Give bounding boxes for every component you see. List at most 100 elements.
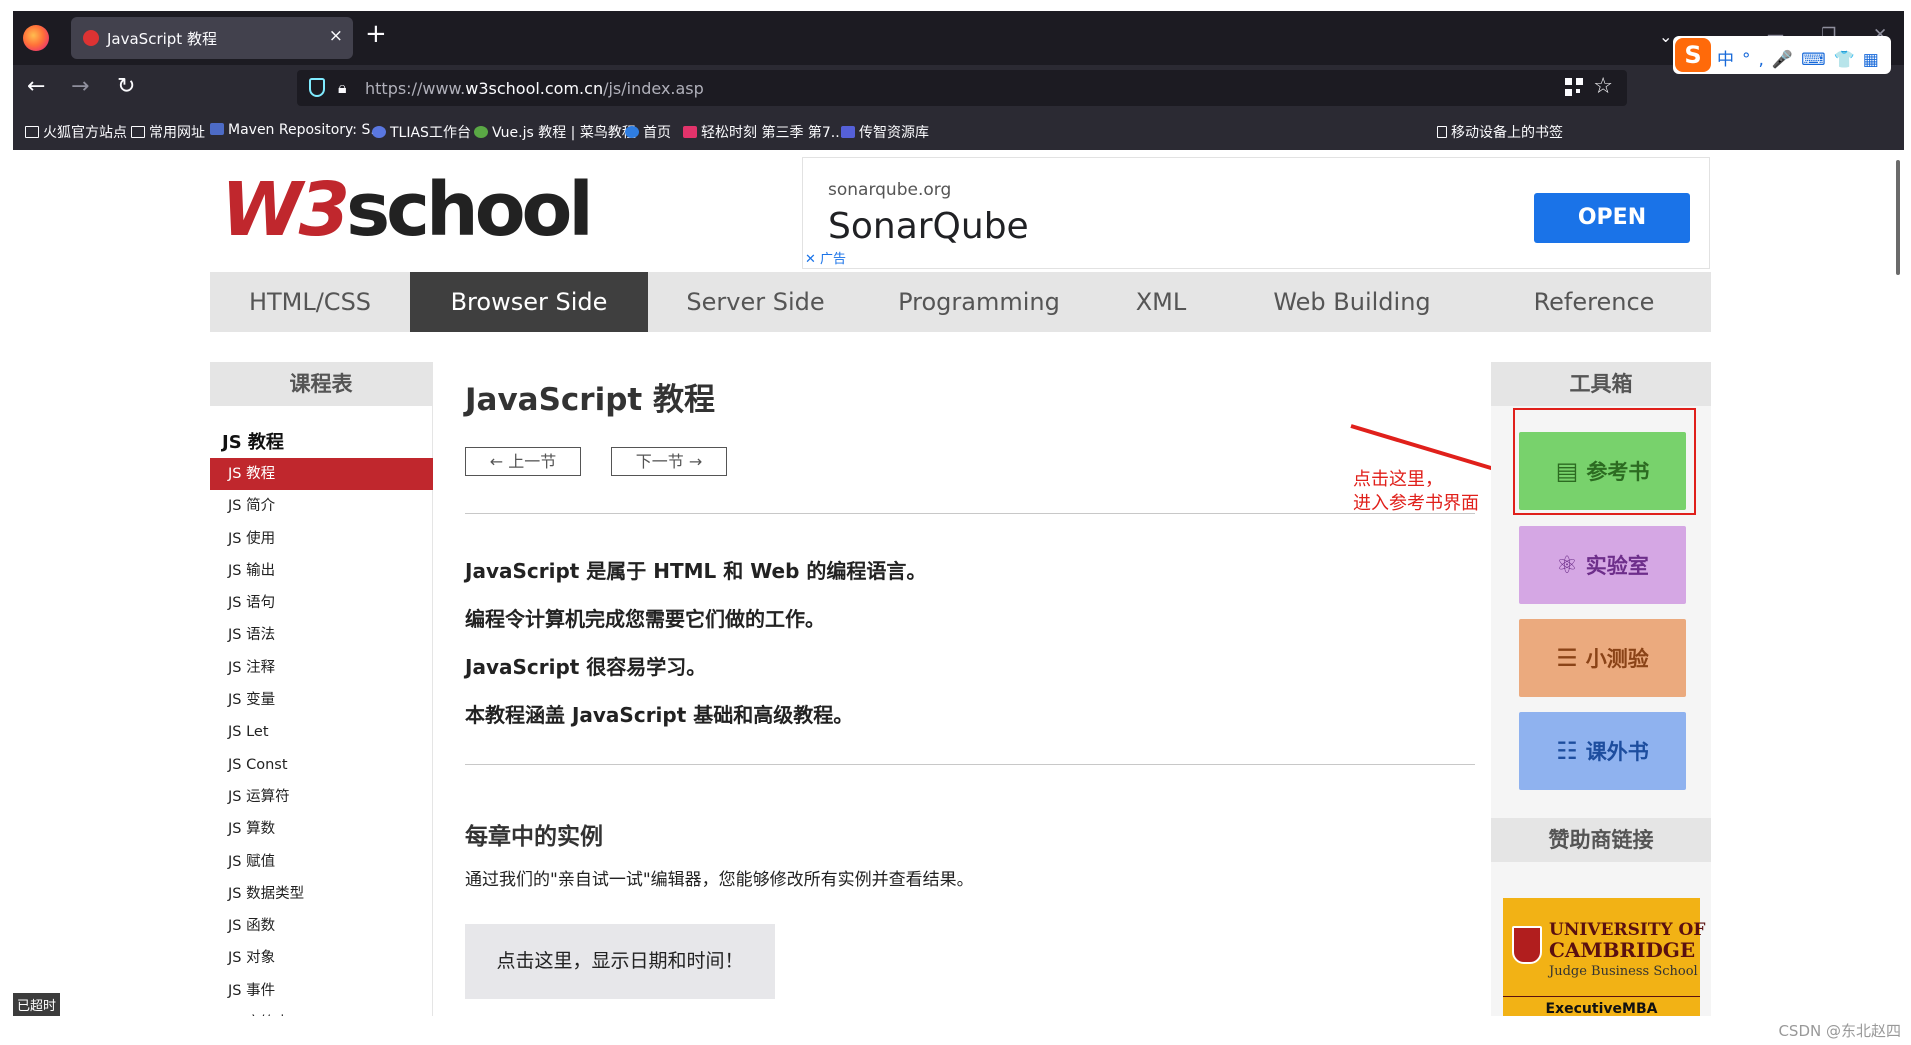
- nav-xml[interactable]: XML: [1095, 272, 1227, 332]
- folder-icon: [25, 126, 39, 138]
- sidebar-item[interactable]: JS 字符串: [210, 1007, 433, 1016]
- intro-paragraph: JavaScript 很容易学习。: [465, 655, 707, 679]
- sidebar-item[interactable]: JS 语法: [210, 619, 433, 651]
- lab-button[interactable]: ⚛ 实验室: [1519, 526, 1686, 604]
- web-page: W3school sonarqube.org SonarQube OPEN ✕ …: [13, 150, 1904, 1016]
- intro-paragraph: 编程令计算机完成您需要它们做的工作。: [465, 607, 825, 631]
- new-tab-button[interactable]: +: [365, 21, 387, 47]
- bookmark-item[interactable]: Vue.js 教程 | 菜鸟教程: [474, 122, 636, 142]
- sonarqube-ad[interactable]: sonarqube.org SonarQube OPEN ✕ 广告: [802, 157, 1710, 269]
- sogou-logo-icon[interactable]: S: [1675, 38, 1711, 72]
- bookmark-item[interactable]: TLIAS工作台: [372, 122, 471, 142]
- sidebar-item[interactable]: JS Let: [210, 716, 433, 748]
- sidebar-item[interactable]: JS 数据类型: [210, 878, 433, 910]
- sidebar-item[interactable]: JS 简介: [210, 490, 433, 522]
- video-site-icon: [683, 126, 697, 138]
- next-section-button[interactable]: 下一节 →: [611, 447, 727, 476]
- ad-close-icon[interactable]: ✕ 广告: [805, 248, 846, 267]
- sidebar-item[interactable]: JS 对象: [210, 942, 433, 974]
- ad-open-button[interactable]: OPEN: [1534, 193, 1690, 243]
- runoob-icon: [474, 126, 488, 138]
- screenshot-bottom-margin: [0, 1016, 1911, 1045]
- ad-title: SonarQube: [828, 206, 1029, 247]
- sidebar-item[interactable]: JS 教程: [210, 458, 433, 491]
- sponsor-heading: 赞助商链接: [1491, 818, 1711, 862]
- bookmark-item[interactable]: Maven Repository: S...: [210, 122, 384, 138]
- bookmark-item[interactable]: 传智资源库: [841, 122, 929, 142]
- extra-books-button[interactable]: ☷ 课外书: [1519, 712, 1686, 790]
- sidebar-list: JS 教程 JS 简介 JS 使用 JS 输出 JS 语句 JS 语法 JS 注…: [210, 458, 433, 1016]
- bookmark-item[interactable]: 常用网址: [131, 122, 205, 142]
- bookmark-item[interactable]: 首页: [625, 122, 671, 142]
- sidebar-item[interactable]: JS 语句: [210, 587, 433, 619]
- sidebar-item[interactable]: JS 输出: [210, 555, 433, 587]
- tab-close-icon[interactable]: ×: [329, 26, 343, 46]
- qr-code-icon[interactable]: [1565, 78, 1583, 96]
- cambridge-crest-icon: [1512, 926, 1542, 964]
- clipboard-icon: ☰: [1556, 644, 1578, 672]
- sogou-ime-toolbar[interactable]: S 中°,🎤⌨👕▦: [1673, 36, 1891, 74]
- quiz-button[interactable]: ☰ 小测验: [1519, 619, 1686, 697]
- sidebar-item[interactable]: JS 赋值: [210, 846, 433, 878]
- bookmarks-toolbar: 火狐官方站点 常用网址 Maven Repository: S... TLIAS…: [13, 111, 1904, 150]
- url-bar[interactable]: 🔒︎ https://www.w3school.com.cn/js/index.…: [297, 70, 1627, 106]
- annotation-highlight-box: [1513, 408, 1696, 515]
- page-title: JavaScript 教程: [465, 382, 715, 418]
- list-all-tabs-icon[interactable]: ⌄: [1659, 27, 1672, 46]
- sidebar-category: JS 教程: [222, 432, 284, 453]
- tlias-icon: [372, 126, 386, 138]
- sidebar-heading: 课程表: [210, 362, 432, 406]
- sidebar-item[interactable]: JS 事件: [210, 975, 433, 1007]
- sidebar-item[interactable]: JS Const: [210, 749, 433, 781]
- nav-html-css[interactable]: HTML/CSS: [210, 272, 410, 332]
- mobile-bookmarks[interactable]: 移动设备上的书签: [1437, 122, 1563, 142]
- sidebar-item[interactable]: JS 算数: [210, 813, 433, 845]
- cambridge-sponsor-ad[interactable]: UNIVERSITY OF CAMBRIDGE Judge Business S…: [1503, 898, 1705, 1016]
- watermark: CSDN @东北赵四: [1778, 1022, 1901, 1040]
- nav-web-building[interactable]: Web Building: [1227, 272, 1477, 332]
- w3school-favicon-icon: [83, 30, 99, 46]
- navigation-bar: ← → ↻ 🔒︎ https://www.w3school.com.cn/js/…: [13, 65, 1904, 111]
- prev-section-button[interactable]: ← 上一节: [465, 447, 581, 476]
- w3school-logo[interactable]: W3school: [221, 170, 594, 250]
- books-icon: ☷: [1556, 737, 1578, 765]
- nav-browser-side[interactable]: Browser Side: [410, 272, 648, 332]
- sidebar-item[interactable]: JS 注释: [210, 652, 433, 684]
- mobile-device-icon: [1437, 126, 1447, 138]
- folder-icon: [131, 126, 145, 138]
- nav-server-side[interactable]: Server Side: [648, 272, 863, 332]
- annotation-text: 点击这里， 进入参考书界面: [1353, 469, 1479, 514]
- toolbox-heading: 工具箱: [1491, 362, 1711, 406]
- sidebar-item[interactable]: JS 运算符: [210, 781, 433, 813]
- reload-icon[interactable]: ↻: [117, 74, 135, 99]
- section-description: 通过我们的"亲自试一试"编辑器，您能够修改所有实例并查看结果。: [465, 870, 974, 890]
- url-text[interactable]: https://www.w3school.com.cn/js/index.asp: [365, 79, 704, 98]
- back-icon[interactable]: ←: [27, 74, 45, 99]
- section-heading: 每章中的实例: [465, 824, 603, 850]
- bookmark-star-icon[interactable]: ☆: [1593, 74, 1613, 99]
- ad-domain: sonarqube.org: [828, 180, 952, 200]
- show-date-button[interactable]: 点击这里，显示日期和时间！: [465, 924, 775, 999]
- sidebar-item[interactable]: JS 函数: [210, 910, 433, 942]
- sidebar-item[interactable]: JS 变量: [210, 684, 433, 716]
- tab-javascript[interactable]: JavaScript 教程 ×: [71, 17, 353, 59]
- browser-chrome: JavaScript 教程 × + ⌄ — ❐ ✕ ← → ↻ 🔒︎ https…: [13, 11, 1904, 150]
- status-timeout: 已超时: [13, 993, 61, 1016]
- divider: [465, 513, 1475, 514]
- firefox-logo-icon[interactable]: [23, 25, 49, 51]
- resource-site-icon: [841, 126, 855, 138]
- intro-paragraph: JavaScript 是属于 HTML 和 Web 的编程语言。: [465, 559, 927, 583]
- lock-icon[interactable]: 🔒︎: [338, 78, 347, 98]
- sidebar-item[interactable]: JS 使用: [210, 523, 433, 555]
- ime-controls[interactable]: 中°,🎤⌨👕▦: [1717, 45, 1887, 70]
- nav-reference[interactable]: Reference: [1477, 272, 1711, 332]
- tracking-protection-shield-icon[interactable]: [309, 78, 325, 97]
- home-site-icon: [625, 126, 639, 138]
- page-scrollbar[interactable]: [1896, 160, 1900, 275]
- bookmark-item[interactable]: 轻松时刻 第三季 第7...: [683, 122, 844, 142]
- bookmark-item[interactable]: 火狐官方站点: [25, 122, 127, 142]
- forward-icon[interactable]: →: [71, 74, 89, 99]
- nav-programming[interactable]: Programming: [863, 272, 1095, 332]
- atom-icon: ⚛: [1556, 551, 1578, 579]
- top-navigation: HTML/CSS Browser Side Server Side Progra…: [210, 272, 1711, 332]
